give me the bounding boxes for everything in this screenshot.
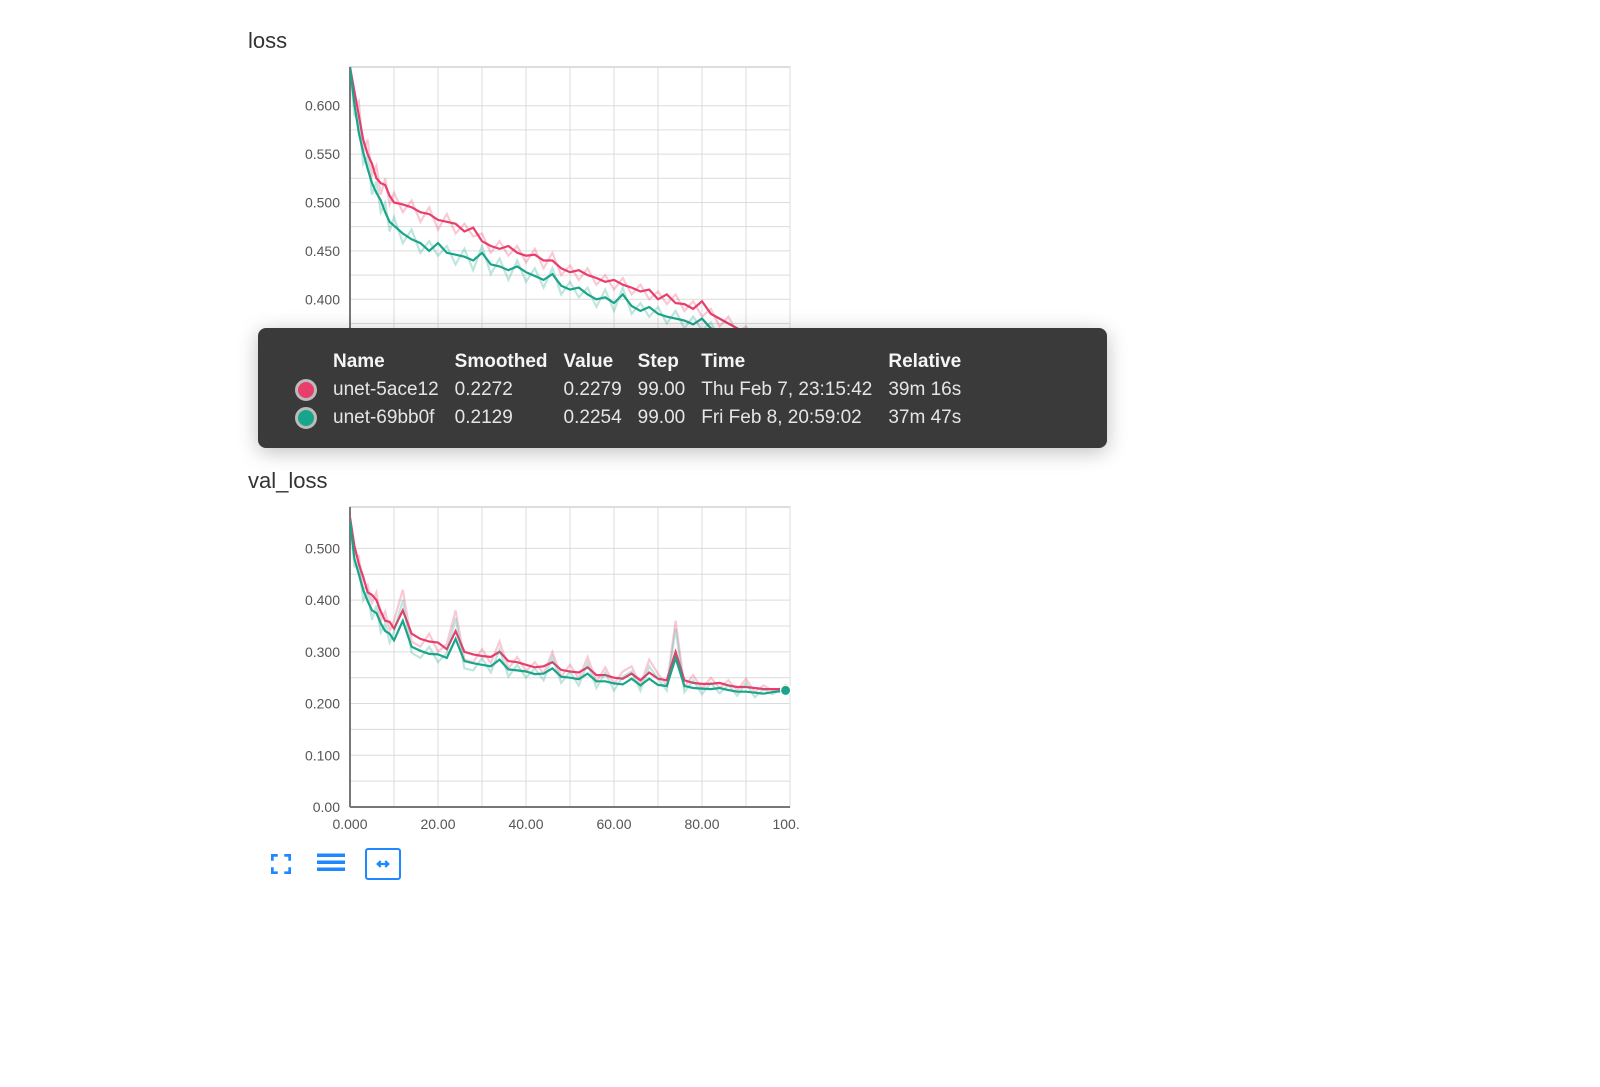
svg-text:20.00: 20.00 [420,816,455,832]
svg-text:0.100: 0.100 [305,747,340,763]
tooltip-header-step: Step [637,350,687,374]
tooltip-row: unet-5ace12 0.2272 0.2279 99.00 Thu Feb … [294,378,962,402]
series-swatch-icon [295,407,317,429]
tooltip-header-value: Value [563,350,623,374]
fit-domain-icon[interactable] [365,848,401,880]
svg-text:60.00: 60.00 [596,816,631,832]
list-icon[interactable] [315,850,347,878]
tooltip-header-time: Time [700,350,873,374]
svg-text:0.400: 0.400 [305,291,340,307]
series-swatch-icon [295,379,317,401]
svg-text:0.00: 0.00 [313,799,340,815]
fullscreen-icon[interactable] [265,850,297,878]
tooltip-header-smoothed: Smoothed [454,350,549,374]
svg-text:0.000: 0.000 [332,816,367,832]
svg-text:0.200: 0.200 [305,696,340,712]
svg-text:40.00: 40.00 [508,816,543,832]
svg-text:0.300: 0.300 [305,644,340,660]
tooltip-header-name: Name [332,350,440,374]
chart-title-loss: loss [248,28,287,54]
tooltip-row: unet-69bb0f 0.2129 0.2254 99.00 Fri Feb … [294,406,962,430]
svg-text:100.0: 100.0 [772,816,800,832]
svg-text:0.550: 0.550 [305,146,340,162]
svg-text:0.500: 0.500 [305,540,340,556]
svg-text:0.400: 0.400 [305,592,340,608]
svg-text:0.600: 0.600 [305,98,340,114]
svg-text:0.450: 0.450 [305,243,340,259]
chart-val-loss[interactable]: 0.00 0.100 0.200 0.300 0.400 0.500 0.000 20.00 4… [280,502,800,842]
chart-title-val-loss: val_loss [248,468,327,494]
svg-text:0.500: 0.500 [305,194,340,210]
chart-tooltip: Name Smoothed Value Step Time Relative u… [258,328,1107,448]
svg-text:80.00: 80.00 [684,816,719,832]
tooltip-header-relative: Relative [887,350,962,374]
